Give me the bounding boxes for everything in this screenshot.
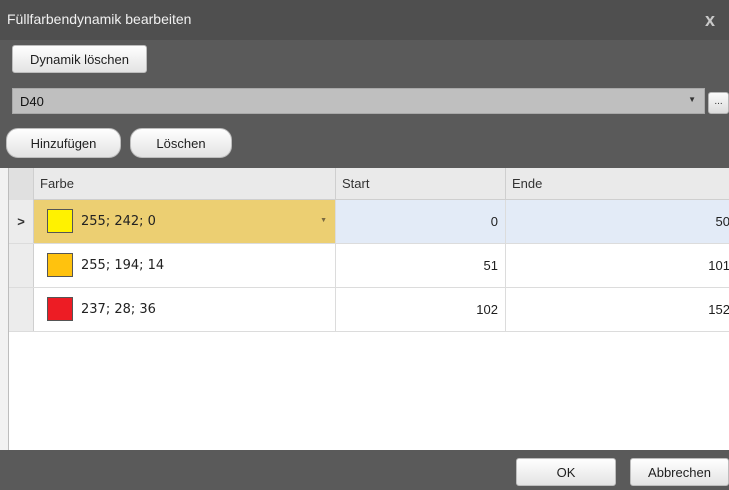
end-cell[interactable]: 152 — [506, 288, 729, 331]
color-cell[interactable]: 237; 28; 36 — [34, 288, 336, 331]
start-cell[interactable]: 102 — [336, 288, 506, 331]
row-indicator-icon: > — [9, 200, 34, 243]
end-cell[interactable]: 101 — [506, 244, 729, 287]
column-header-end[interactable]: Ende — [506, 168, 729, 200]
color-value: 237; 28; 36 — [81, 302, 156, 317]
table-row[interactable]: > 255; 242; 0 ▼ 0 50 — [9, 200, 729, 244]
row-selector[interactable] — [9, 288, 34, 331]
ok-button[interactable]: OK — [516, 458, 616, 486]
column-header-color[interactable]: Farbe — [34, 168, 336, 200]
footer-panel — [0, 450, 729, 490]
delete-dynamic-button[interactable]: Dynamik löschen — [12, 45, 147, 73]
column-header-start[interactable]: Start — [336, 168, 506, 200]
row-selector[interactable] — [9, 244, 34, 287]
start-cell[interactable]: 0 — [336, 200, 506, 243]
title-bar[interactable]: Füllfarbendynamik bearbeiten x — [0, 0, 729, 40]
chevron-down-icon[interactable]: ▼ — [688, 95, 696, 104]
add-button[interactable]: Hinzufügen — [6, 128, 121, 158]
table-row[interactable]: 255; 194; 14 51 101 — [9, 244, 729, 288]
color-swatch — [47, 297, 73, 321]
color-range-grid: Farbe Start Ende > 255; 242; 0 ▼ 0 50 25… — [8, 168, 729, 450]
color-cell[interactable]: 255; 194; 14 — [34, 244, 336, 287]
cancel-button[interactable]: Abbrechen — [630, 458, 729, 486]
remove-button[interactable]: Löschen — [130, 128, 232, 158]
color-value: 255; 242; 0 — [81, 214, 156, 229]
color-cell[interactable]: 255; 242; 0 ▼ — [34, 200, 336, 243]
browse-button[interactable]: ... — [708, 92, 729, 114]
close-icon[interactable]: x — [699, 9, 721, 31]
variable-value: D40 — [20, 94, 44, 109]
table-row[interactable]: 237; 28; 36 102 152 — [9, 288, 729, 332]
color-swatch — [47, 209, 73, 233]
dialog-window: Füllfarbendynamik bearbeiten x Dynamik l… — [0, 0, 729, 490]
row-selector-header — [9, 168, 34, 200]
window-title: Füllfarbendynamik bearbeiten — [7, 11, 192, 27]
end-cell[interactable]: 50 — [506, 200, 729, 243]
start-cell[interactable]: 51 — [336, 244, 506, 287]
color-swatch — [47, 253, 73, 277]
grid-header: Farbe Start Ende — [9, 168, 729, 200]
color-value: 255; 194; 14 — [81, 258, 165, 273]
variable-combobox[interactable]: D40 ▼ — [12, 88, 705, 114]
dropdown-arrow-icon[interactable]: ▼ — [320, 217, 327, 224]
